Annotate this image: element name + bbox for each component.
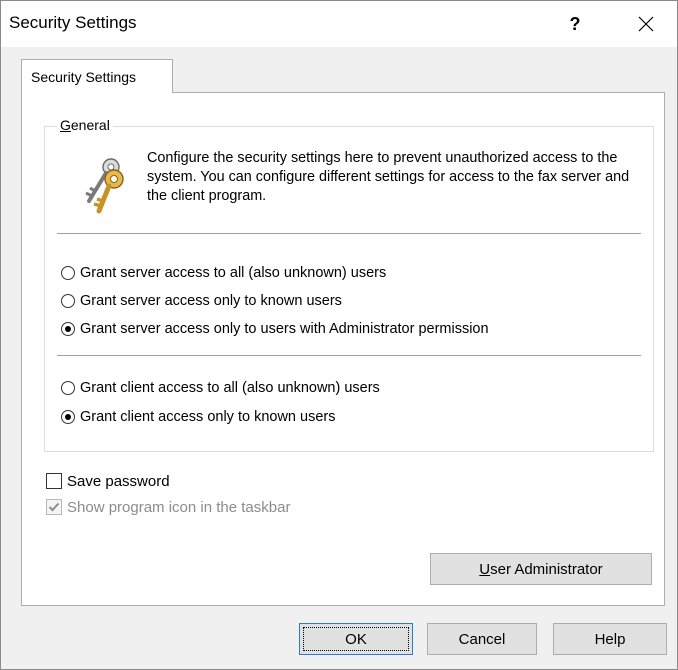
checkbox-label: Save password [67, 472, 170, 490]
button-label: User Administrator [479, 560, 603, 578]
button-label: Help [594, 630, 626, 648]
button-label: Cancel [458, 630, 506, 648]
close-button[interactable] [621, 7, 671, 41]
help-icon: ? [569, 13, 581, 34]
save-password-checkbox[interactable]: Save password [46, 470, 170, 492]
general-groupbox: General Configure the security settings … [44, 117, 654, 452]
general-group-label: General [57, 117, 113, 133]
radio-server-known-users[interactable]: Grant server access only to known users [61, 290, 342, 312]
radio-button[interactable] [61, 322, 75, 336]
radio-server-all-users[interactable]: Grant server access to all (also unknown… [61, 262, 386, 284]
help-button[interactable]: Help [553, 623, 667, 655]
tab-security-settings[interactable]: Security Settings [21, 59, 173, 93]
radio-label: Grant client access only to known users [80, 409, 336, 425]
checkbox[interactable] [46, 499, 62, 515]
radio-client-all-users[interactable]: Grant client access to all (also unknown… [61, 377, 380, 399]
checkmark-icon [48, 502, 60, 512]
help-title-button[interactable]: ? [553, 7, 597, 41]
ok-button[interactable]: OK [299, 623, 413, 655]
radio-button[interactable] [61, 410, 75, 424]
radio-label: Grant server access only to users with A… [80, 321, 489, 337]
separator [57, 233, 641, 234]
radio-label: Grant server access only to known users [80, 293, 342, 309]
close-icon [638, 16, 654, 32]
user-administrator-button[interactable]: User Administrator [430, 553, 652, 585]
radio-label: Grant server access to all (also unknown… [80, 265, 387, 281]
checkbox-label: Show program icon in the taskbar [67, 498, 291, 516]
radio-label: Grant client access to all (also unknown… [80, 380, 380, 396]
intro-description: Configure the security settings here to … [147, 150, 630, 204]
radio-server-admin-users[interactable]: Grant server access only to users with A… [61, 318, 489, 340]
show-taskbar-icon-checkbox[interactable]: Show program icon in the taskbar [46, 496, 290, 518]
tab-label: Security Settings [31, 69, 137, 85]
radio-client-known-users[interactable]: Grant client access only to known users [61, 406, 335, 428]
separator [57, 355, 641, 356]
radio-button[interactable] [61, 294, 75, 308]
cancel-button[interactable]: Cancel [427, 623, 537, 655]
button-label: OK [345, 630, 367, 648]
security-settings-dialog: Security Settings ? Security Settings Ge… [0, 0, 678, 670]
window-title: Security Settings [9, 13, 137, 32]
tab-panel: General Configure the security settings … [21, 92, 665, 606]
radio-button[interactable] [61, 266, 75, 280]
title-bar[interactable]: Security Settings ? [1, 1, 677, 47]
checkbox[interactable] [46, 473, 62, 489]
radio-button[interactable] [61, 381, 75, 395]
keys-icon [85, 158, 124, 214]
